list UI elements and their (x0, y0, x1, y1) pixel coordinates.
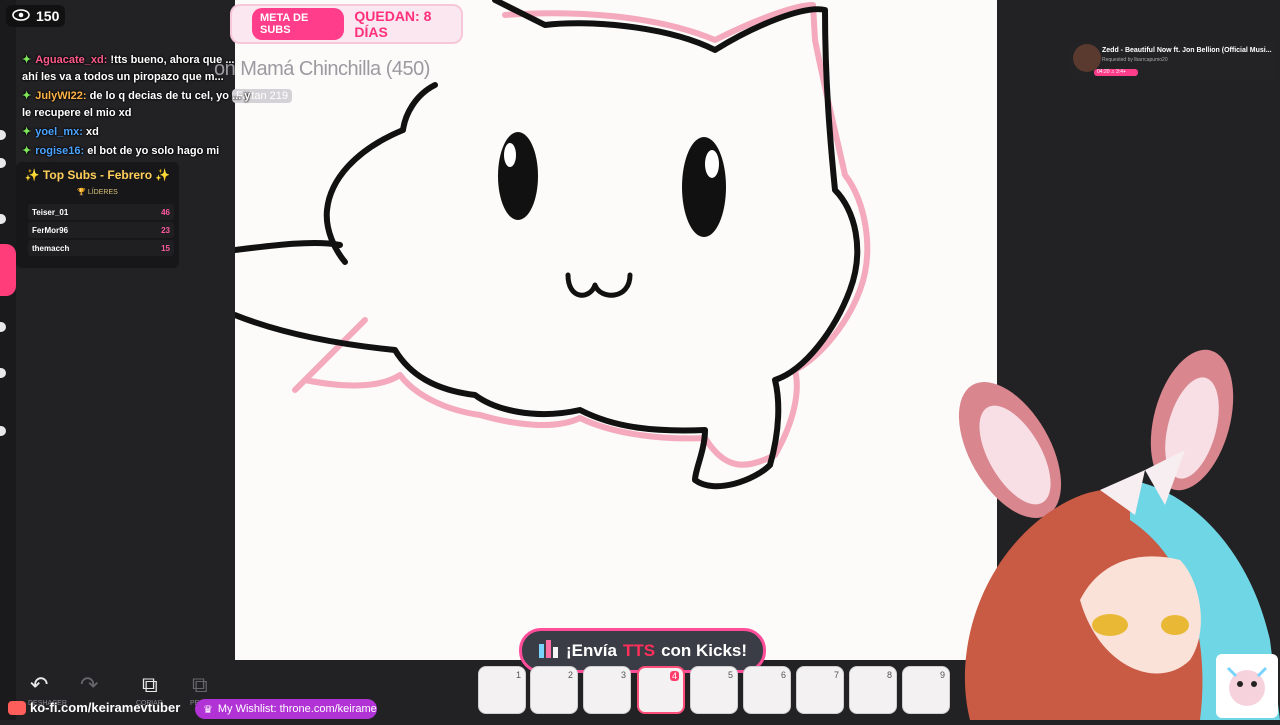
sub-name: FerMor96 (32, 225, 69, 235)
song-title: Zedd - Beautiful Now ft. Jon Bellion (Of… (1102, 47, 1272, 54)
tts-suffix: con Kicks! (661, 640, 748, 660)
frame-thumbnail-active[interactable]: 4 (637, 666, 685, 714)
mascot-sticker (1216, 654, 1278, 718)
chinchilla-drawing (235, 0, 871, 490)
rail-icon[interactable] (0, 130, 6, 140)
subs-goal-banner: META DE SUBS QUEDAN: 8 DÍAS (232, 6, 461, 42)
frame-thumbnail[interactable]: 9 (902, 666, 950, 714)
chat-user: yoel_mx: (35, 126, 83, 138)
frame-thumbnail[interactable]: 3 (583, 666, 631, 714)
drawing-canvas[interactable] (235, 0, 997, 660)
frame-thumbnail[interactable]: 5 (690, 666, 738, 714)
chat-overlay: ✦ Aguacate_xd: !tts bueno, ahora que ... … (22, 52, 252, 179)
sub-name: themacch (32, 243, 70, 253)
frame-thumbnail[interactable]: 1 (478, 666, 526, 714)
undo-icon[interactable]: ↶ (30, 672, 48, 698)
goal-badge: META DE SUBS (252, 8, 345, 40)
kofi-link[interactable]: ko-fi.com/keiramevtuber (8, 700, 180, 715)
wishlist-link[interactable]: ♛ My Wishlist: throne.com/keirame (195, 699, 377, 719)
top-subs-row: Teiser_01 46 (28, 204, 174, 220)
tts-prefix: ¡Envía (565, 640, 617, 660)
song-request-widget: Zedd - Beautiful Now ft. Jon Bellion (Of… (1070, 42, 1277, 79)
viewer-count-value: 150 (36, 8, 60, 24)
sub-count: 46 (161, 207, 170, 217)
redo-icon[interactable]: ↷ (80, 672, 98, 698)
diamond-icon: ✦ (22, 145, 32, 157)
chat-user: rogise16: (35, 145, 85, 157)
chat-message: ✦ Aguacate_xd: !tts bueno, ahora que ... … (22, 52, 252, 86)
rail-active-item[interactable] (0, 244, 16, 296)
rail-icon[interactable] (0, 214, 6, 224)
chat-user: Aguacate_xd: (35, 54, 108, 66)
song-progress-badge: 04:20 ♫ 3:4+ (1094, 69, 1138, 76)
chat-message: ✦ yoel_mx: xd (22, 124, 252, 141)
tts-emphasis: TTS (622, 640, 656, 660)
top-subs-row: FerMor96 23 (28, 222, 174, 238)
diamond-icon: ✦ (22, 90, 32, 102)
chat-message: ✦ JulyWI22: de lo q decias de tu cel, yo … (22, 88, 252, 122)
frame-number: 7 (833, 670, 839, 680)
rail-icon[interactable] (0, 368, 6, 378)
paste-icon[interactable]: ⧉ (192, 672, 208, 698)
left-rail (0, 0, 16, 720)
rail-icon[interactable] (0, 426, 6, 436)
frame-number: 4 (669, 671, 679, 681)
copy-icon[interactable]: ⧉ (142, 672, 158, 698)
sub-count: 23 (161, 225, 170, 235)
goal-days-remaining: QUEDAN: 8 DÍAS (354, 8, 432, 40)
animation-frames-strip: 1 2 3 4 5 6 7 8 9 (478, 666, 958, 716)
diamond-icon: ✦ (22, 126, 32, 138)
frame-number: 5 (727, 670, 733, 680)
wishlist-text: My Wishlist: throne.com/keirame (217, 703, 377, 715)
top-subs-panel: ✨ Top Subs - Febrero ✨ 🏆 LÍDERES Teiser_… (16, 162, 179, 268)
frame-number: 6 (780, 670, 786, 680)
crown-icon: ♛ (203, 703, 213, 716)
viewer-count: 150 (6, 5, 66, 27)
top-subs-title: ✨ Top Subs - Febrero ✨ (24, 168, 171, 182)
top-subs-row: themacch 15 (28, 240, 174, 256)
frame-number: 3 (620, 670, 626, 680)
song-cover-art (1073, 44, 1101, 72)
chart-bars-icon (538, 638, 560, 663)
frame-thumbnail[interactable]: 7 (796, 666, 844, 714)
diamond-icon: ✦ (22, 54, 32, 66)
rail-icon[interactable] (0, 158, 6, 168)
frame-thumbnail[interactable]: 8 (849, 666, 897, 714)
sub-count: 15 (161, 243, 170, 253)
frame-thumbnail[interactable]: 2 (530, 666, 578, 714)
kofi-text: ko-fi.com/keiramevtuber (30, 700, 181, 715)
frame-number: 9 (939, 670, 945, 680)
frame-thumbnail[interactable]: 6 (743, 666, 791, 714)
frame-number: 1 (515, 670, 521, 680)
sub-name: Teiser_01 (32, 207, 69, 217)
eye-icon (12, 8, 30, 24)
frame-number: 8 (886, 670, 892, 680)
frame-number: 2 (567, 670, 573, 680)
chat-user: JulyWI22: (35, 90, 87, 102)
kofi-cup-icon (8, 700, 26, 715)
chat-text: xd (85, 126, 99, 138)
rail-icon[interactable] (0, 322, 6, 332)
song-requester: Requested by lbarrcapumo20 (1102, 57, 1168, 63)
top-subs-subtitle: 🏆 LÍDERES (77, 189, 118, 196)
